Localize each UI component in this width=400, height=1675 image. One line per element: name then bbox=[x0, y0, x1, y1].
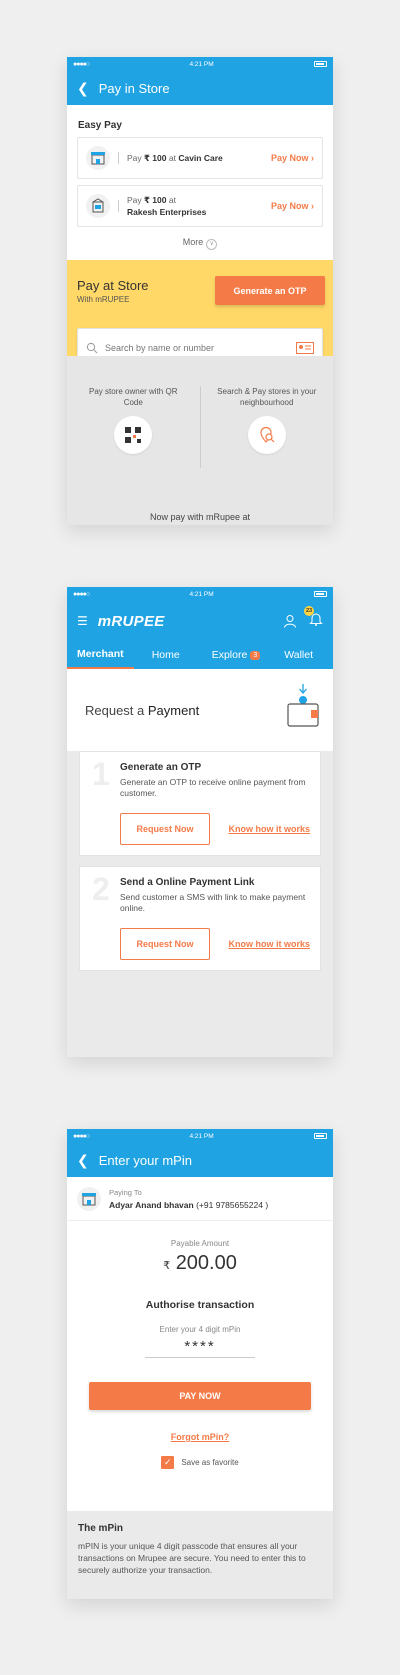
app-bar: ❮ Pay in Store bbox=[67, 71, 333, 105]
qr-code-icon bbox=[114, 416, 153, 454]
payment-info: Pay ₹ 100 at Cavin Care bbox=[127, 153, 223, 163]
app-bar: ❮ Enter your mPin bbox=[67, 1143, 333, 1177]
authorise-title: Authorise transaction bbox=[145, 1299, 255, 1311]
menu-icon[interactable]: ☰ bbox=[77, 614, 88, 628]
status-bar: ●●●●○ 4:21 PM bbox=[67, 57, 333, 71]
page-title: Request a Payment bbox=[85, 702, 200, 718]
more-button[interactable]: More ∨ bbox=[67, 233, 333, 260]
nearby-option[interactable]: Search & Pay stores in your neighbourhoo… bbox=[201, 386, 334, 468]
step-description: Generate an OTP to receive online paymen… bbox=[120, 777, 306, 798]
step-number: 1 bbox=[92, 756, 110, 792]
status-time: 4:21 PM bbox=[189, 1132, 214, 1140]
easy-pay-item[interactable]: Pay ₹ 100 at Rakesh Enterprises Pay Now › bbox=[77, 185, 323, 227]
shop-icon bbox=[86, 146, 110, 170]
page-title: Pay in Store bbox=[98, 80, 170, 96]
page-title: Enter your mPin bbox=[98, 1152, 192, 1168]
payable-amount: ₹ 200.00 bbox=[163, 1252, 237, 1274]
shop-icon bbox=[77, 1186, 101, 1211]
status-bar: ●●●●○ 4:21 PM bbox=[67, 1129, 333, 1143]
mpin-screen: ●●●●○ 4:21 PM ❮ Enter your mPin Paying T… bbox=[67, 1129, 333, 1599]
mpin-info-text: mPIN is your unique 4 digit passcode tha… bbox=[78, 1541, 306, 1575]
paying-to-section: Paying To Adyar Anand bhavan (+91 978565… bbox=[67, 1177, 333, 1221]
nearby-option-label: Search & Pay stores in your neighbourhoo… bbox=[217, 387, 317, 407]
battery-icon bbox=[313, 1133, 327, 1139]
checkmark-icon: ✓ bbox=[161, 1456, 175, 1469]
save-favorite-label: Save as favorite bbox=[181, 1458, 239, 1467]
status-time: 4:21 PM bbox=[189, 60, 214, 68]
step-card: 2 Send a Online Payment Link Send custom… bbox=[79, 866, 321, 971]
chevron-down-icon: ∨ bbox=[206, 239, 218, 250]
pay-in-store-screen: ●●●●○ 4:21 PM ❮ Pay in Store Easy Pay Pa… bbox=[67, 57, 333, 525]
request-steps: 1 Generate an OTP Generate an OTP to rec… bbox=[67, 751, 333, 1057]
step-title: Send a Online Payment Link bbox=[120, 877, 255, 888]
paying-to-label: Paying To bbox=[109, 1187, 142, 1197]
qr-option[interactable]: Pay store owner with QR Code bbox=[67, 386, 200, 468]
tab-merchant[interactable]: Merchant bbox=[67, 641, 134, 669]
easy-pay-item[interactable]: Pay ₹ 100 at Cavin Care Pay Now › bbox=[77, 137, 323, 179]
qr-option-label: Pay store owner with QR Code bbox=[89, 387, 178, 407]
now-pay-text: Now pay with mRupee at bbox=[149, 512, 251, 522]
step-number: 2 bbox=[92, 871, 110, 907]
payable-label: Payable Amount bbox=[170, 1239, 230, 1248]
request-payment-header: Request a Payment bbox=[67, 669, 333, 751]
rupee-symbol: ₹ bbox=[163, 1260, 171, 1272]
logo: mRUPEE bbox=[97, 612, 165, 630]
pay-now-link[interactable]: Pay Now › bbox=[271, 201, 314, 211]
forgot-mpin-link[interactable]: Forgot mPin? bbox=[67, 1432, 333, 1442]
notifications-button[interactable]: 23 bbox=[304, 605, 323, 631]
request-now-button[interactable]: Request Now bbox=[120, 813, 210, 845]
request-now-button[interactable]: Request Now bbox=[120, 928, 210, 960]
step-description: Send customer a SMS with link to make pa… bbox=[120, 892, 306, 913]
signal-icon: ●●●●○ bbox=[73, 590, 90, 598]
step-title: Generate an OTP bbox=[120, 762, 202, 773]
mpin-info-section: The mPin mPIN is your unique 4 digit pas… bbox=[67, 1511, 333, 1599]
signal-icon: ●●●●○ bbox=[73, 60, 90, 68]
notification-badge: 23 bbox=[304, 605, 314, 616]
back-arrow-icon[interactable]: ❮ bbox=[77, 1152, 89, 1169]
pay-at-store-section: Pay at Store With mRUPEE Generate an OTP… bbox=[67, 260, 333, 368]
mpin-field[interactable]: **** bbox=[145, 1338, 255, 1358]
mpin-info-title: The mPin bbox=[78, 1523, 124, 1534]
tab-explore[interactable]: Explore 3 bbox=[198, 641, 275, 669]
search-icon bbox=[86, 342, 98, 354]
app-bar: ☰ mRUPEE 23 bbox=[67, 601, 333, 641]
generate-otp-button[interactable]: Generate an OTP bbox=[215, 276, 325, 305]
signal-icon: ●●●●○ bbox=[73, 1132, 90, 1140]
payment-info: Pay ₹ 100 at Rakesh Enterprises bbox=[127, 195, 207, 217]
tab-bar: Merchant Home Explore 3 Wallet bbox=[67, 641, 333, 669]
save-favorite-checkbox[interactable]: ✓ Save as favorite bbox=[67, 1456, 333, 1469]
pay-now-link[interactable]: Pay Now › bbox=[271, 153, 314, 163]
know-how-link[interactable]: Know how it works bbox=[228, 939, 310, 949]
back-arrow-icon[interactable]: ❮ bbox=[77, 80, 89, 97]
merchant-screen: ●●●●○ 4:21 PM ☰ mRUPEE 23 Merchant Home … bbox=[67, 587, 333, 1057]
step-card: 1 Generate an OTP Generate an OTP to rec… bbox=[79, 751, 321, 856]
wallet-icon bbox=[287, 684, 319, 727]
status-time: 4:21 PM bbox=[189, 590, 214, 598]
pay-now-button[interactable]: PAY NOW bbox=[89, 1382, 311, 1410]
easy-pay-title: Easy Pay bbox=[78, 120, 122, 131]
explore-badge: 3 bbox=[250, 650, 261, 660]
status-bar: ●●●●○ 4:21 PM bbox=[67, 587, 333, 601]
store-options: Pay store owner with QR Code Search & Pa… bbox=[67, 356, 333, 525]
battery-icon bbox=[313, 61, 327, 67]
payee: Adyar Anand bhavan (+91 9785655224 ) bbox=[109, 1199, 269, 1210]
battery-icon bbox=[313, 591, 327, 597]
divider bbox=[118, 152, 119, 164]
mpin-label: Enter your 4 digit mPin bbox=[159, 1325, 241, 1334]
search-placeholder: Search by name or number bbox=[105, 343, 215, 353]
contact-card-icon[interactable] bbox=[296, 342, 314, 354]
user-icon[interactable] bbox=[283, 614, 297, 628]
tab-home[interactable]: Home bbox=[134, 641, 198, 669]
store-icon bbox=[86, 194, 110, 218]
location-search-icon bbox=[247, 416, 286, 454]
divider bbox=[118, 200, 119, 212]
tab-wallet[interactable]: Wallet bbox=[274, 641, 323, 669]
know-how-link[interactable]: Know how it works bbox=[228, 824, 310, 834]
